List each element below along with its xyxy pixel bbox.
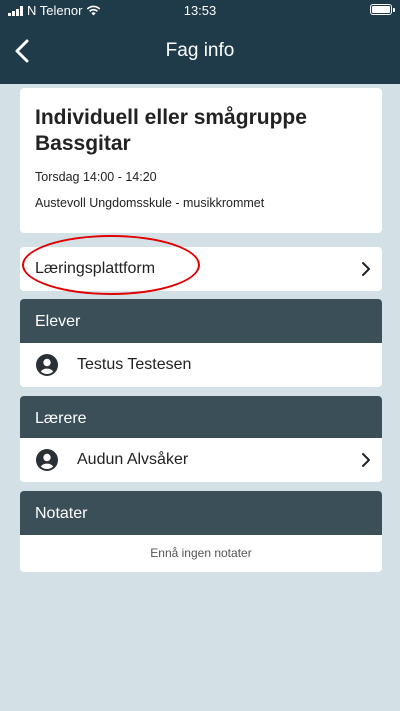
subject-time: Torsdag 14:00 - 14:20 (35, 170, 157, 184)
subject-name: Individuell eller smågruppe Bassgitar (35, 106, 307, 155)
subject-location: Austevoll Ungdomsskule - musikkrommet (35, 196, 265, 210)
notes-content: Ennå ingen notater (20, 535, 382, 572)
subject-info-card: Individuell eller smågruppe Bassgitar To… (20, 88, 382, 233)
notes-header: Notater (20, 491, 382, 535)
notes-empty-text: Ennå ingen notater (150, 546, 252, 560)
status-bar: N Telenor 13:53 (0, 0, 400, 20)
teachers-header-label: Lærere (35, 410, 87, 427)
notes-header-label: Notater (35, 505, 88, 522)
student-name: Testus Testesen (77, 356, 192, 373)
students-header: Elever (20, 299, 382, 343)
nav-bar: Fag info (0, 20, 400, 84)
page-title: Fag info (165, 40, 235, 61)
battery-icon (370, 4, 395, 15)
teacher-row[interactable]: Audun Alvsåker (20, 438, 382, 482)
person-icon (36, 354, 58, 376)
chevron-right-icon (362, 262, 370, 276)
student-row: Testus Testesen (20, 343, 382, 387)
learning-platform-label: Læringsplattform (35, 260, 156, 277)
students-header-label: Elever (35, 313, 81, 330)
teachers-header: Lærere (20, 396, 382, 440)
teacher-name: Audun Alvsåker (77, 451, 189, 468)
learning-platform-row[interactable]: Læringsplattform (20, 247, 382, 291)
person-icon (36, 449, 58, 471)
status-time: 13:53 (183, 3, 217, 18)
chevron-right-icon (362, 453, 370, 467)
